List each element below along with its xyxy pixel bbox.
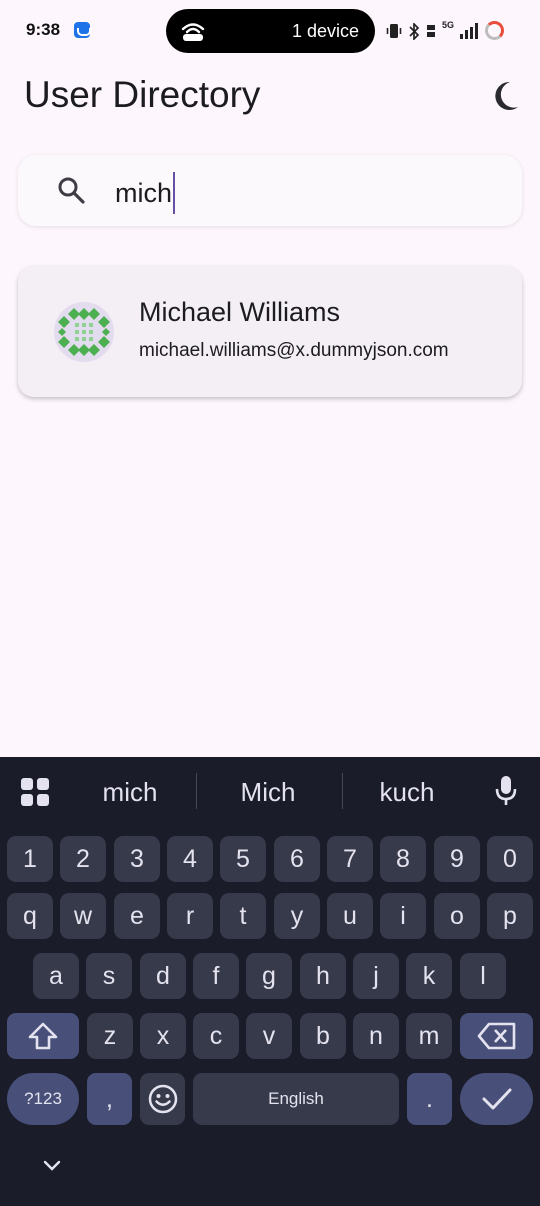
key-y[interactable]: y [274, 893, 320, 939]
key-3[interactable]: 3 [114, 836, 160, 882]
comma-key[interactable]: , [87, 1073, 132, 1125]
key-o[interactable]: o [434, 893, 480, 939]
moon-icon [495, 81, 518, 110]
divider [342, 773, 343, 809]
key-s[interactable]: s [86, 953, 132, 999]
backspace-key[interactable] [460, 1013, 533, 1059]
soft-keyboard: mich Mich kuch 1 2 3 4 5 6 7 8 9 0 q w e… [0, 757, 540, 1206]
key-p[interactable]: p [487, 893, 533, 939]
avatar [54, 302, 114, 362]
key-l[interactable]: l [460, 953, 506, 999]
period-key[interactable]: . [407, 1073, 452, 1125]
island-device-count: 1 device [291, 21, 359, 41]
key-9[interactable]: 9 [434, 836, 480, 882]
key-h[interactable]: h [300, 953, 346, 999]
key-b[interactable]: b [300, 1013, 346, 1059]
shift-key[interactable] [7, 1013, 79, 1059]
key-t[interactable]: t [220, 893, 266, 939]
keyboard-menu-icon[interactable] [20, 777, 50, 807]
key-8[interactable]: 8 [380, 836, 426, 882]
status-bar: 9:38 1 device 5G [0, 0, 540, 62]
page-title: User Directory [24, 74, 261, 115]
gallery-notification-icon [74, 22, 91, 38]
key-w[interactable]: w [60, 893, 106, 939]
key-q[interactable]: q [7, 893, 53, 939]
suggestion-3[interactable]: kuch [366, 777, 448, 808]
emoji-key[interactable] [140, 1073, 185, 1125]
text-cursor [173, 172, 176, 214]
key-g[interactable]: g [246, 953, 292, 999]
key-z[interactable]: z [87, 1013, 133, 1059]
suggestion-1[interactable]: mich [90, 777, 170, 808]
divider [196, 773, 197, 809]
volte-icon [426, 24, 435, 37]
key-2[interactable]: 2 [60, 836, 106, 882]
search-icon [58, 177, 85, 204]
search-field[interactable]: mich [18, 155, 522, 226]
checkmark-icon [482, 1088, 511, 1110]
network-type: 5G [441, 20, 454, 30]
theme-toggle-button[interactable] [486, 78, 522, 114]
suggestion-2[interactable]: Mich [226, 777, 310, 808]
key-u[interactable]: u [327, 893, 373, 939]
battery-icon [485, 21, 504, 40]
user-email: michael.williams@x.dummyjson.com [139, 340, 449, 361]
key-f[interactable]: f [193, 953, 239, 999]
dynamic-island[interactable]: 1 device [166, 9, 375, 53]
suggestion-bar: mich Mich kuch [0, 757, 540, 827]
user-card[interactable]: Michael Williams michael.williams@x.dumm… [18, 266, 522, 397]
key-j[interactable]: j [353, 953, 399, 999]
identicon-image [58, 308, 110, 356]
key-c[interactable]: c [193, 1013, 239, 1059]
search-input[interactable]: mich [115, 172, 176, 214]
key-1[interactable]: 1 [7, 836, 53, 882]
vibrate-icon [386, 24, 402, 38]
key-k[interactable]: k [406, 953, 452, 999]
backspace-icon [477, 1022, 515, 1050]
key-7[interactable]: 7 [327, 836, 373, 882]
bluetooth-icon [409, 22, 420, 40]
signal-icon [460, 23, 478, 39]
user-name: Michael Williams [139, 297, 341, 327]
emoji-icon [148, 1084, 177, 1114]
status-time: 9:38 [26, 20, 61, 39]
microphone-icon[interactable] [494, 775, 518, 807]
hide-keyboard-chevron-icon[interactable] [43, 1160, 61, 1172]
key-e[interactable]: e [114, 893, 160, 939]
symbols-key[interactable]: ?123 [7, 1073, 79, 1125]
key-a[interactable]: a [33, 953, 79, 999]
key-r[interactable]: r [167, 893, 213, 939]
status-icons: 5G [386, 19, 478, 43]
key-n[interactable]: n [353, 1013, 399, 1059]
key-5[interactable]: 5 [220, 836, 266, 882]
shift-icon [28, 1022, 58, 1050]
search-input-value: mich [115, 177, 173, 208]
hotspot-icon [181, 23, 205, 41]
key-0[interactable]: 0 [487, 836, 533, 882]
key-m[interactable]: m [406, 1013, 452, 1059]
done-key[interactable] [460, 1073, 533, 1125]
key-6[interactable]: 6 [274, 836, 320, 882]
key-d[interactable]: d [140, 953, 186, 999]
key-v[interactable]: v [246, 1013, 292, 1059]
space-key[interactable]: English [193, 1073, 399, 1125]
key-i[interactable]: i [380, 893, 426, 939]
key-4[interactable]: 4 [167, 836, 213, 882]
key-x[interactable]: x [140, 1013, 186, 1059]
